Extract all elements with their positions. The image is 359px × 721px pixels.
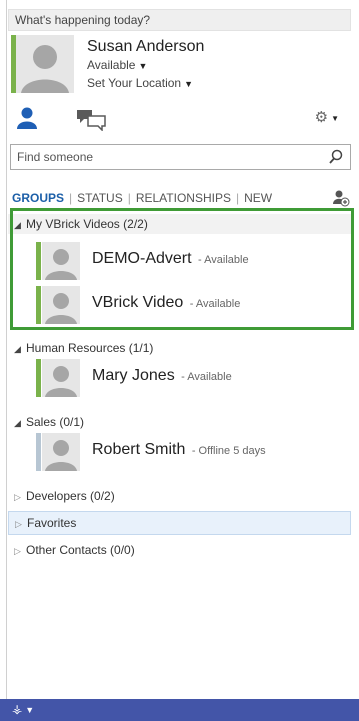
personal-note-input[interactable]: What's happening today?: [8, 9, 351, 31]
group-header-sales[interactable]: ◢ Sales (0/1): [8, 412, 351, 432]
contact-mary-jones[interactable]: Mary Jones - Available: [8, 357, 351, 399]
chevron-down-icon: ▼: [331, 113, 339, 123]
view-tabs: GROUPS | STATUS | RELATIONSHIPS | NEW: [12, 191, 272, 209]
tab-separator: |: [235, 191, 240, 205]
expanded-triangle-icon: ◢: [14, 344, 21, 354]
my-status-dropdown[interactable]: Available ▼: [87, 58, 147, 72]
my-info-panel: Susan Anderson Available ▼ Set Your Locat…: [8, 33, 351, 95]
status-bar: ⚶ ▼: [0, 699, 359, 721]
my-name: Susan Anderson: [87, 38, 205, 55]
collapsed-triangle-icon: ▷: [14, 492, 21, 502]
group-header-developers[interactable]: ▷ Developers (0/2): [8, 486, 351, 506]
group-label: Other Contacts (0/0): [26, 543, 135, 557]
contacts-icon[interactable]: [16, 106, 38, 130]
presence-bar: [36, 433, 41, 471]
contact-name: Mary Jones - Available: [92, 367, 232, 384]
group-header-human-resources[interactable]: ◢ Human Resources (1/1): [8, 338, 351, 358]
my-avatar[interactable]: [16, 35, 74, 93]
search-icon[interactable]: [329, 149, 343, 165]
search-input[interactable]: [11, 145, 311, 169]
highlight-box: [10, 208, 354, 330]
options-menu[interactable]: ⚙ ▼: [315, 108, 339, 126]
contact-robert-smith[interactable]: Robert Smith - Offline 5 days: [8, 431, 351, 473]
tab-groups[interactable]: GROUPS: [12, 191, 64, 205]
presence-bar: [36, 359, 41, 397]
contact-name: Robert Smith - Offline 5 days: [92, 441, 266, 458]
avatar: [42, 359, 80, 397]
gear-icon: ⚙: [314, 109, 329, 126]
group-label: Human Resources (1/1): [26, 341, 154, 355]
network-icon: ⚶: [12, 702, 23, 716]
collapsed-triangle-icon: ▷: [14, 546, 21, 556]
group-label: Developers (0/2): [26, 489, 115, 503]
tab-status[interactable]: STATUS: [77, 191, 123, 205]
conversations-icon[interactable]: [76, 109, 106, 132]
group-header-other-contacts[interactable]: ▷ Other Contacts (0/0): [8, 540, 351, 560]
chevron-down-icon: ▼: [184, 79, 193, 89]
tab-relationships[interactable]: RELATIONSHIPS: [136, 191, 231, 205]
collapsed-triangle-icon: ▷: [15, 519, 22, 529]
group-label: Favorites: [27, 516, 77, 530]
my-location-label: Set Your Location: [87, 76, 182, 90]
tab-new[interactable]: NEW: [244, 191, 272, 205]
main-toolbar: ⚙ ▼: [8, 104, 351, 132]
group-label: Sales (0/1): [26, 415, 85, 429]
chevron-down-icon: ▼: [138, 61, 148, 71]
main-menu-button[interactable]: ⚶ ▼: [12, 702, 34, 716]
avatar: [42, 433, 80, 471]
group-header-favorites[interactable]: ▷ Favorites: [8, 511, 351, 535]
tab-separator: |: [69, 191, 73, 205]
my-status-label: Available: [87, 58, 136, 72]
tab-separator: |: [127, 191, 131, 205]
add-contact-icon[interactable]: [332, 189, 350, 207]
expanded-triangle-icon: ◢: [14, 418, 21, 428]
chevron-down-icon: ▼: [25, 705, 35, 715]
my-location-dropdown[interactable]: Set Your Location ▼: [87, 76, 193, 90]
search-box: [10, 144, 351, 170]
